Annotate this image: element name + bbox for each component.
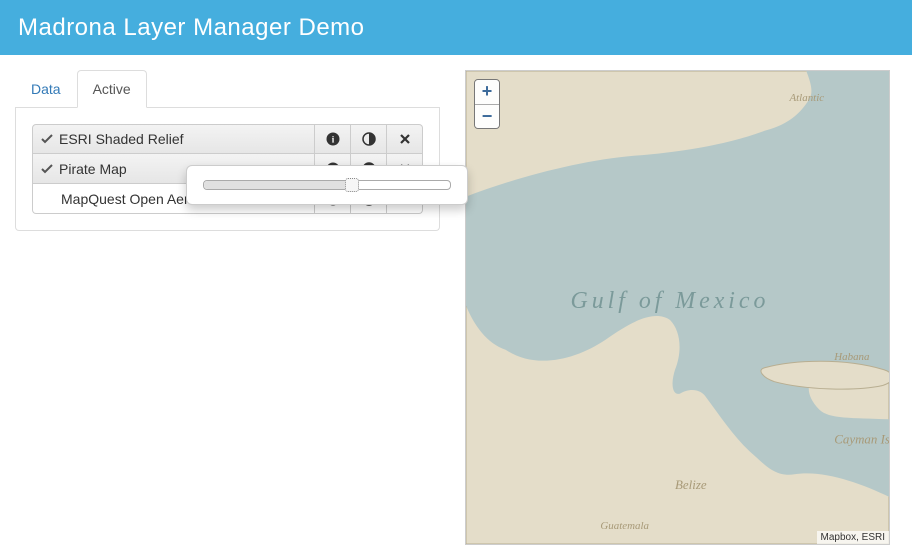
close-icon (399, 133, 411, 145)
app-header: Madrona Layer Manager Demo (0, 0, 912, 55)
app-title: Madrona Layer Manager Demo (18, 14, 365, 42)
layer-remove-button[interactable] (387, 124, 423, 154)
map-label-belize: Belize (675, 477, 707, 492)
layer-name: ESRI Shaded Relief (59, 131, 184, 147)
main-content: Data Active ESRI Shaded Relief i (0, 55, 912, 560)
map-label-cayman: Cayman Is. (834, 431, 889, 446)
check-icon (41, 134, 53, 144)
info-icon: i (326, 132, 340, 146)
contrast-icon (362, 132, 376, 146)
zoom-control: + − (474, 79, 500, 129)
zoom-in-button[interactable]: + (475, 80, 499, 104)
layer-toggle[interactable]: ESRI Shaded Relief (32, 124, 315, 154)
opacity-slider[interactable] (203, 180, 451, 190)
map-panel[interactable]: Gulf of Mexico Atlantic Habana Cayman Is… (465, 70, 890, 545)
tab-active[interactable]: Active (77, 70, 147, 108)
slider-fill (204, 181, 352, 189)
opacity-popover (186, 165, 468, 205)
map-label-atlantic: Atlantic (788, 92, 824, 104)
slider-handle[interactable] (345, 178, 359, 192)
map-attribution: Mapbox, ESRI (817, 531, 889, 544)
zoom-out-button[interactable]: − (475, 104, 499, 128)
layer-name: Pirate Map (59, 161, 127, 177)
check-icon (41, 164, 53, 174)
tab-data[interactable]: Data (15, 70, 77, 108)
sidebar: Data Active ESRI Shaded Relief i (15, 70, 440, 545)
tab-bar: Data Active (15, 70, 440, 108)
layer-opacity-button[interactable] (351, 124, 387, 154)
layer-info-button[interactable]: i (315, 124, 351, 154)
map-label-habana: Habana (833, 351, 870, 363)
map-label-gulf: Gulf of Mexico (571, 288, 770, 314)
map-canvas: Gulf of Mexico Atlantic Habana Cayman Is… (466, 71, 889, 544)
layer-row: ESRI Shaded Relief i (32, 124, 423, 154)
map-label-guatemala: Guatemala (600, 520, 649, 532)
map-column: Gulf of Mexico Atlantic Habana Cayman Is… (465, 70, 897, 545)
layer-name: MapQuest Open Aerial (61, 191, 203, 207)
